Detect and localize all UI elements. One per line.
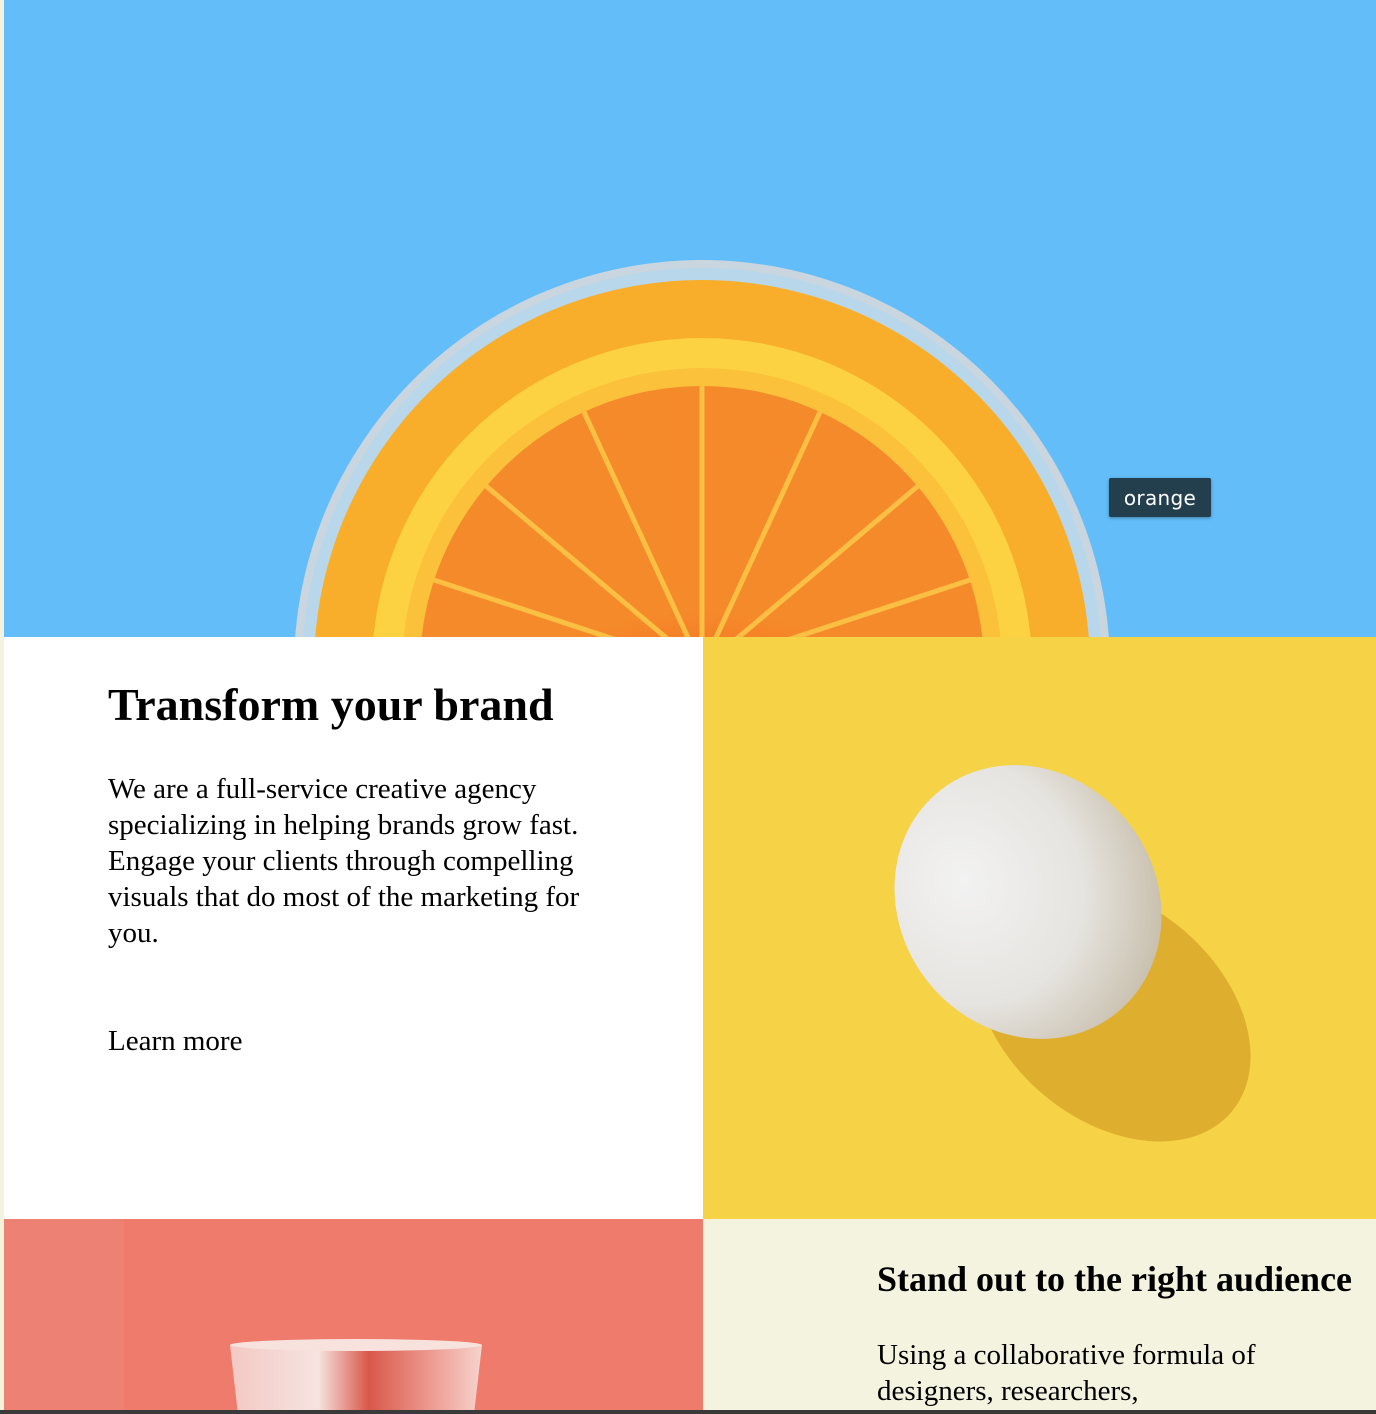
section-paragraph: Engage your clients through compelling v… [108,845,580,949]
egg-image [703,637,1376,1219]
section-paragraph: We are a full-service creative agency sp… [108,773,579,841]
cup-illustration [4,1219,703,1414]
egg-illustration [894,765,1251,1142]
audience-section: Stand out to the right audience Using a … [703,1219,1376,1414]
transform-section: Transform your brand We are a full-servi… [4,637,703,1219]
section-heading: Transform your brand [108,679,554,730]
hero-image: orange [4,0,1376,637]
learn-more-link[interactable]: Learn more [108,1023,242,1059]
section-heading: Stand out to the right audience [877,1259,1353,1299]
image-tooltip: orange [1109,478,1211,517]
orange-juice-illustration [295,260,1109,637]
cup-image [4,1219,703,1414]
section-paragraph: Using a collaborative formula of designe… [877,1339,1256,1407]
section-body: We are a full-service creative agency sp… [108,771,608,951]
cup [230,1341,482,1414]
bottom-divider [0,1410,1376,1414]
cup-rim [230,1339,482,1351]
